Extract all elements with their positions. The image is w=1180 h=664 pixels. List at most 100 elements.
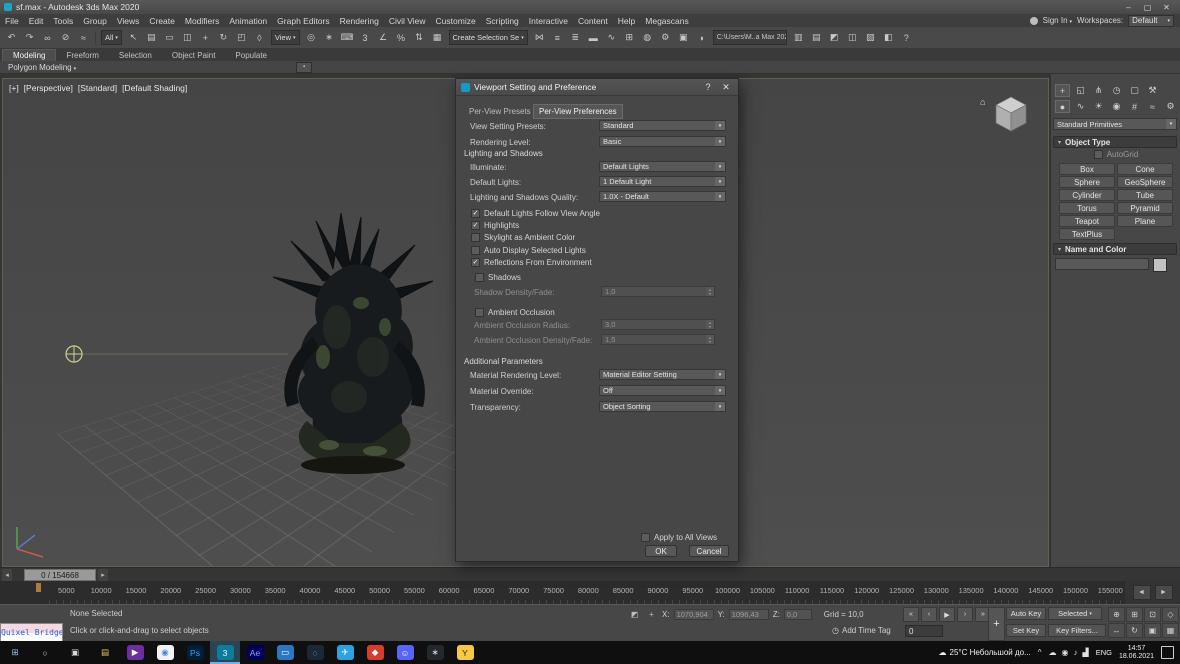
display-filter-icon[interactable]: ◫ bbox=[844, 30, 861, 46]
edit-named-selection-sets-icon[interactable]: ▦ bbox=[429, 30, 446, 46]
ribbon-tab[interactable]: Modeling bbox=[2, 49, 56, 61]
go-to-start-button[interactable]: « bbox=[903, 607, 919, 622]
clock[interactable]: 14:57 18.06.2021 bbox=[1119, 645, 1154, 661]
action-center-icon[interactable] bbox=[1161, 646, 1174, 659]
primitive-button[interactable]: Box bbox=[1059, 163, 1115, 175]
angle-snap-toggle-icon[interactable]: ∠ bbox=[375, 30, 392, 46]
utilities-tab-icon[interactable]: ⚒ bbox=[1145, 84, 1160, 97]
photoshop-icon[interactable]: Ps bbox=[180, 641, 210, 664]
snaps-toggle-icon[interactable]: 3 bbox=[357, 30, 374, 46]
view-presets-dropdown[interactable]: Standard bbox=[599, 120, 726, 131]
render-setup-icon[interactable]: ⚙ bbox=[657, 30, 674, 46]
autogrid-checkbox[interactable]: AutoGrid bbox=[1051, 150, 1180, 159]
pan-icon[interactable]: ↔ bbox=[1108, 623, 1125, 638]
start-button[interactable]: ⊞ bbox=[0, 641, 30, 664]
lights-category-icon[interactable]: ☀ bbox=[1091, 100, 1106, 113]
cloud-tray-icon[interactable]: ☁ bbox=[1049, 648, 1057, 657]
cancel-button[interactable]: Cancel bbox=[689, 545, 729, 557]
select-and-move-icon[interactable]: + bbox=[197, 30, 214, 46]
render-production-icon[interactable]: ◑ bbox=[693, 30, 710, 46]
dialog-checkbox[interactable]: Auto Display Selected Lights bbox=[471, 244, 600, 256]
zoom-extents-icon[interactable]: ⊡ bbox=[1144, 607, 1161, 622]
menu-item[interactable]: Interactive bbox=[524, 16, 573, 26]
material-level-dropdown[interactable]: Material Editor Setting bbox=[599, 369, 726, 380]
select-by-name-icon[interactable]: ▤ bbox=[143, 30, 160, 46]
ribbon-tab[interactable]: Populate bbox=[225, 50, 277, 61]
media-app-icon[interactable]: ▶ bbox=[120, 641, 150, 664]
isolate-selection-icon[interactable]: ◩ bbox=[826, 30, 843, 46]
primitive-button[interactable]: Torus bbox=[1059, 202, 1115, 214]
menu-item[interactable]: Scripting bbox=[481, 16, 524, 26]
rendering-level-dropdown[interactable]: Basic bbox=[599, 136, 726, 147]
menu-item[interactable]: Rendering bbox=[335, 16, 384, 26]
menu-item[interactable]: Animation bbox=[224, 16, 272, 26]
scene-explorer-icon[interactable]: ▥ bbox=[790, 30, 807, 46]
after-effects-icon[interactable]: Ae bbox=[240, 641, 270, 664]
ambient-occlusion-checkbox[interactable]: Ambient Occlusion bbox=[475, 306, 555, 318]
sign-in-button[interactable]: Sign In bbox=[1043, 16, 1072, 25]
3ds-max-icon[interactable]: 3 bbox=[210, 641, 240, 664]
named-views-icon[interactable]: ▧ bbox=[862, 30, 879, 46]
timeline-prev-icon[interactable]: ◄ bbox=[1133, 585, 1151, 600]
selection-lock-icon[interactable]: ◩ bbox=[628, 608, 641, 621]
creature-model[interactable] bbox=[253, 207, 458, 482]
language-indicator[interactable]: ENG bbox=[1096, 648, 1112, 657]
ribbon-tab[interactable]: Freeform bbox=[56, 50, 108, 61]
spacewarps-category-icon[interactable]: ≈ bbox=[1145, 100, 1160, 113]
z-coordinate-field[interactable]: 0,0 bbox=[784, 609, 812, 620]
rectangular-selection-region-icon[interactable]: ▭ bbox=[161, 30, 178, 46]
select-and-rotate-icon[interactable]: ↻ bbox=[215, 30, 232, 46]
mirror-icon[interactable]: ⋈ bbox=[531, 30, 548, 46]
viewport-label-segment[interactable]: [Perspective] bbox=[24, 83, 73, 93]
task-view-icon[interactable]: ▣ bbox=[60, 641, 90, 664]
menu-item[interactable]: Graph Editors bbox=[272, 16, 334, 26]
rendered-frame-window-icon[interactable]: ▣ bbox=[675, 30, 692, 46]
window-crossing-icon[interactable]: ◫ bbox=[179, 30, 196, 46]
material-override-dropdown[interactable]: Off bbox=[599, 385, 726, 396]
bind-to-space-warp-icon[interactable]: ≈ bbox=[75, 30, 92, 46]
named-selection-sets-dropdown[interactable]: Create Selection Se bbox=[449, 30, 528, 45]
set-keys-button[interactable]: + bbox=[988, 607, 1005, 641]
menu-item[interactable]: Content bbox=[573, 16, 613, 26]
primitives-dropdown[interactable]: Standard Primitives bbox=[1053, 118, 1177, 130]
search-icon[interactable]: ○ bbox=[30, 641, 60, 664]
dialog-titlebar[interactable]: Viewport Setting and Preference ? ✕ bbox=[456, 79, 738, 96]
cameras-category-icon[interactable]: ◉ bbox=[1109, 100, 1124, 113]
menu-item[interactable]: Customize bbox=[431, 16, 481, 26]
percent-snap-toggle-icon[interactable]: % bbox=[393, 30, 410, 46]
primitive-button[interactable]: GeoSphere bbox=[1117, 176, 1173, 188]
orbit-icon[interactable]: ↻ bbox=[1126, 623, 1143, 638]
layer-manager-icon[interactable]: ≣ bbox=[567, 30, 584, 46]
maxscript-mini-listener[interactable]: Quixel Bridge bbox=[0, 623, 63, 642]
primitive-button[interactable]: Plane bbox=[1117, 215, 1173, 227]
redo-icon[interactable]: ↷ bbox=[21, 30, 38, 46]
primitive-button[interactable]: Cylinder bbox=[1059, 189, 1115, 201]
trackbar-left-icon[interactable]: ◂ bbox=[2, 569, 12, 581]
create-tab-icon[interactable]: + bbox=[1055, 84, 1070, 97]
primitive-button[interactable]: Cone bbox=[1117, 163, 1173, 175]
menu-item[interactable]: Tools bbox=[48, 16, 78, 26]
next-frame-button[interactable]: › bbox=[957, 607, 973, 622]
network-tray-icon[interactable]: ▟ bbox=[1083, 648, 1089, 657]
viewport-label-segment[interactable]: [+] bbox=[9, 83, 19, 93]
help-search-icon[interactable]: ? bbox=[898, 30, 915, 46]
menu-item[interactable]: Create bbox=[144, 16, 180, 26]
object-type-rollout[interactable]: ▾ Object Type bbox=[1053, 136, 1177, 148]
chrome-icon[interactable]: ◉ bbox=[150, 641, 180, 664]
shapes-category-icon[interactable]: ∿ bbox=[1073, 100, 1088, 113]
select-and-manipulate-icon[interactable]: ∗ bbox=[321, 30, 338, 46]
display-tab-icon[interactable]: ▢ bbox=[1127, 84, 1142, 97]
menu-item[interactable]: Edit bbox=[24, 16, 49, 26]
modify-tab-icon[interactable]: ◱ bbox=[1073, 84, 1088, 97]
project-folder-field[interactable]: C:\Users\M..a Max 2020 bbox=[713, 30, 787, 45]
volume-tray-icon[interactable]: ♪ bbox=[1074, 648, 1078, 657]
apply-all-views-checkbox[interactable]: Apply to All Views bbox=[641, 531, 717, 543]
weather-widget[interactable]: ☁ 25°C Небольшой до... bbox=[939, 648, 1031, 657]
minimize-icon[interactable]: – bbox=[1119, 3, 1138, 12]
systems-category-icon[interactable]: ⚙ bbox=[1163, 100, 1178, 113]
default-lights-dropdown[interactable]: 1 Default Light bbox=[599, 176, 726, 187]
auto-key-button[interactable]: Auto Key bbox=[1006, 607, 1046, 620]
key-filters-button[interactable]: Key Filters... bbox=[1048, 624, 1106, 637]
schematic-view-icon[interactable]: ⊞ bbox=[621, 30, 638, 46]
absolute-offset-icon[interactable]: + bbox=[645, 608, 658, 621]
